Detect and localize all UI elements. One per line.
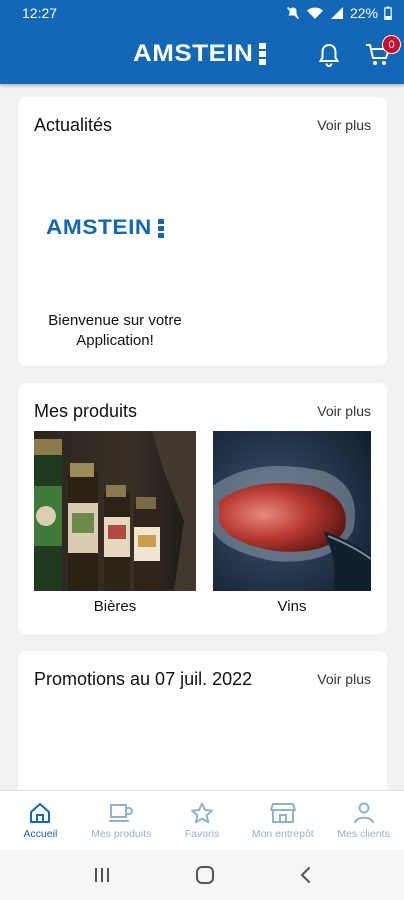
- recent-apps-icon[interactable]: [92, 866, 112, 884]
- news-caption-line2: Application!: [76, 332, 154, 349]
- products-title: Mes produits: [34, 401, 138, 421]
- home-system-icon[interactable]: [195, 865, 215, 885]
- promotions-card: Promotions au 07 juil. 2022 Voir plus: [18, 651, 387, 790]
- brand-logo-mark: [258, 43, 266, 65]
- products-card: Mes produits Voir plus Bières Vins: [18, 383, 387, 634]
- nav-label-my-products: Mes produits: [91, 828, 152, 840]
- nav-item-warehouse[interactable]: Mon entrepôt: [242, 791, 323, 850]
- cup-icon: [109, 804, 134, 822]
- back-icon[interactable]: [298, 865, 312, 885]
- notification-bell-icon[interactable]: [316, 42, 342, 68]
- bottom-navigation: Accueil Mes produits Favoris Mon entrepô…: [0, 790, 404, 850]
- brand-logo: AMSTEIN: [133, 40, 266, 67]
- news-item-caption[interactable]: Bienvenue sur votre Application!: [18, 311, 212, 351]
- battery-percent: 22%: [349, 4, 378, 21]
- status-icons: 22%: [286, 5, 392, 21]
- nav-label-favorites: Favoris: [184, 828, 220, 840]
- nav-label-warehouse: Mon entrepôt: [251, 828, 314, 840]
- mute-icon: [286, 6, 300, 19]
- products-see-more-link[interactable]: Voir plus: [317, 403, 371, 419]
- nav-item-favorites[interactable]: Favoris: [162, 791, 243, 850]
- signal-icon: [330, 6, 343, 19]
- system-navigation-bar: [0, 850, 404, 900]
- nav-label-clients: Mes clients: [337, 828, 390, 840]
- brand-logo-text: AMSTEIN: [133, 40, 254, 67]
- promotions-see-more-link[interactable]: Voir plus: [317, 671, 371, 687]
- store-icon: [269, 803, 296, 823]
- battery-icon: [384, 6, 392, 20]
- news-title: Actualités: [34, 115, 113, 135]
- product-beers-label[interactable]: Bières: [34, 598, 196, 615]
- news-caption-line1: Bienvenue sur votre: [48, 312, 182, 329]
- nav-item-home[interactable]: Accueil: [0, 791, 81, 850]
- wifi-icon: [306, 6, 323, 19]
- status-bar: 12:27 22%: [0, 0, 404, 25]
- nav-item-my-products[interactable]: Mes produits: [81, 791, 162, 850]
- home-icon: [30, 803, 51, 823]
- status-time: 12:27: [22, 4, 58, 21]
- news-logo-mark: [158, 218, 164, 238]
- person-icon: [353, 802, 374, 824]
- news-see-more-link[interactable]: Voir plus: [317, 117, 371, 133]
- news-logo-text: AMSTEIN: [46, 216, 152, 239]
- news-card: Actualités Voir plus AMSTEIN Bienvenue s…: [18, 97, 387, 366]
- nav-label-home: Accueil: [23, 828, 58, 840]
- news-item-logo[interactable]: AMSTEIN: [46, 216, 164, 240]
- nav-item-clients[interactable]: Mes clients: [323, 791, 404, 850]
- star-icon: [190, 802, 213, 824]
- product-wines-label[interactable]: Vins: [213, 598, 371, 615]
- promotions-title: Promotions au 07 juil. 2022: [34, 669, 253, 689]
- main-content[interactable]: Actualités Voir plus AMSTEIN Bienvenue s…: [0, 84, 404, 790]
- product-wines-image[interactable]: [213, 431, 371, 591]
- product-beers-image[interactable]: [34, 431, 196, 591]
- app-bar: AMSTEIN: [0, 25, 404, 84]
- cart-count-badge: 0: [382, 35, 401, 54]
